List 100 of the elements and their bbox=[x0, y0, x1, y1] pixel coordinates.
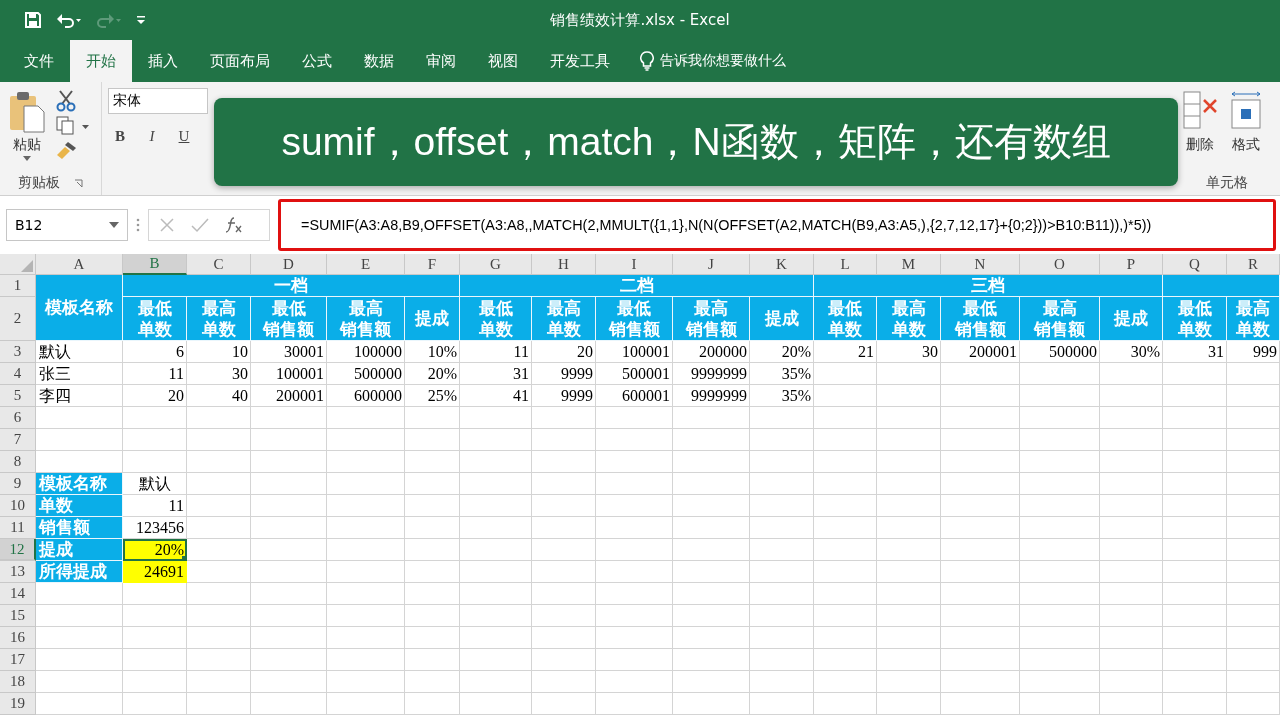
caret-icon[interactable] bbox=[109, 222, 119, 228]
name-box[interactable]: B12 bbox=[6, 209, 128, 241]
column-header: 最高销售额 bbox=[327, 297, 405, 341]
row-number[interactable]: 2 bbox=[0, 297, 36, 341]
column-letter[interactable]: G bbox=[460, 254, 532, 275]
undo-icon[interactable] bbox=[56, 12, 82, 28]
column-letter[interactable]: R bbox=[1227, 254, 1280, 275]
column-letter[interactable]: O bbox=[1020, 254, 1100, 275]
column-letter[interactable]: N bbox=[941, 254, 1020, 275]
row-number[interactable]: 13 bbox=[0, 561, 36, 583]
table-cell-text: 默认 bbox=[38, 341, 72, 362]
table-cell-text: 600000 bbox=[353, 386, 403, 406]
row-number[interactable]: 9 bbox=[0, 473, 36, 495]
column-letter[interactable]: D bbox=[251, 254, 327, 275]
column-letter[interactable]: F bbox=[405, 254, 460, 275]
row-number[interactable]: 7 bbox=[0, 429, 36, 451]
column-letter[interactable]: J bbox=[673, 254, 750, 275]
column-letter[interactable]: C bbox=[187, 254, 251, 275]
column-header: 最高单数 bbox=[1227, 297, 1280, 341]
row-number[interactable]: 15 bbox=[0, 605, 36, 627]
dialog-launcher-icon[interactable] bbox=[74, 178, 83, 188]
table-cell-text: 21 bbox=[857, 342, 875, 362]
column-letter[interactable]: A bbox=[36, 254, 123, 275]
tell-me-field[interactable]: 告诉我你想要做什么 bbox=[660, 52, 786, 70]
copy-icon[interactable] bbox=[56, 116, 90, 136]
column-letter[interactable]: H bbox=[532, 254, 596, 275]
row-number[interactable]: 14 bbox=[0, 583, 36, 605]
row-number[interactable]: 16 bbox=[0, 627, 36, 649]
customize-icon[interactable] bbox=[136, 15, 146, 25]
ribbon-tab[interactable]: 插入 bbox=[132, 40, 194, 82]
scissors-icon[interactable] bbox=[56, 90, 76, 112]
column-letter[interactable]: Q bbox=[1163, 254, 1227, 275]
table-cell-text: 9999 bbox=[560, 386, 594, 406]
italic-button[interactable]: I bbox=[140, 124, 164, 148]
caption-banner: sumif，offset，match，N函数，矩阵，还有数组 bbox=[214, 98, 1178, 186]
ribbon-tab[interactable]: 审阅 bbox=[410, 40, 472, 82]
more-icon bbox=[136, 218, 140, 232]
table-cell-text: 9999 bbox=[560, 364, 594, 384]
tier-header: 三档 bbox=[814, 275, 1163, 297]
table-cell-text: 10 bbox=[231, 342, 249, 362]
column-header: 最高销售额 bbox=[1020, 297, 1100, 341]
format-painter-icon[interactable] bbox=[56, 140, 78, 160]
function-icon[interactable] bbox=[225, 217, 243, 233]
ribbon-tab[interactable]: 数据 bbox=[348, 40, 410, 82]
column-letter[interactable]: E bbox=[327, 254, 405, 275]
row-number[interactable]: 19 bbox=[0, 693, 36, 715]
row-number[interactable]: 12 bbox=[0, 539, 36, 561]
delete-button[interactable]: 删除 bbox=[1180, 88, 1220, 171]
ribbon-tab[interactable]: 页面布局 bbox=[194, 40, 286, 82]
triangle-icon bbox=[21, 260, 33, 272]
row-number[interactable]: 3 bbox=[0, 341, 36, 363]
table-cell-text: 11 bbox=[512, 342, 530, 362]
column-header: 最低销售额 bbox=[941, 297, 1020, 341]
save-icon[interactable] bbox=[24, 11, 42, 29]
underline-button[interactable]: U bbox=[172, 124, 196, 148]
column-letter[interactable]: K bbox=[750, 254, 814, 275]
row-number[interactable]: 6 bbox=[0, 407, 36, 429]
column-header: 最高单数 bbox=[187, 297, 251, 341]
column-letter[interactable]: I bbox=[596, 254, 673, 275]
ribbon-tab[interactable]: 公式 bbox=[286, 40, 348, 82]
font-field[interactable]: 宋体 bbox=[108, 88, 208, 114]
table-cell-text: 500000 bbox=[1048, 342, 1098, 362]
table-cell-text: 100001 bbox=[621, 342, 671, 362]
column-letter[interactable]: P bbox=[1100, 254, 1163, 275]
table-cell-text: 30% bbox=[1129, 342, 1161, 362]
row-number[interactable]: 17 bbox=[0, 649, 36, 671]
tier-header: 二档 bbox=[460, 275, 814, 297]
column-letter[interactable]: L bbox=[814, 254, 877, 275]
row-number[interactable]: 8 bbox=[0, 451, 36, 473]
column-header: 最低销售额 bbox=[251, 297, 327, 341]
ribbon-tab[interactable]: 开发工具 bbox=[534, 40, 626, 82]
table-cell-text: 30001 bbox=[283, 342, 325, 362]
column-header: 模板名称 bbox=[36, 275, 123, 341]
row-number[interactable]: 1 bbox=[0, 275, 36, 297]
window-title: 销售绩效计算.xlsx - Excel bbox=[550, 10, 730, 30]
ribbon-tab[interactable]: 视图 bbox=[472, 40, 534, 82]
table-cell-text: 9999999 bbox=[690, 364, 748, 384]
paste-button[interactable]: 粘贴 bbox=[6, 88, 48, 171]
table-cell-text: 20% bbox=[426, 364, 458, 384]
label-cell: 销售额 bbox=[36, 517, 123, 539]
table-cell-text: 200001 bbox=[968, 342, 1018, 362]
label-cell: 单数 bbox=[36, 495, 123, 517]
checkmark-icon[interactable] bbox=[191, 217, 209, 233]
column-letter[interactable]: B bbox=[123, 254, 187, 275]
label-cell: 模板名称 bbox=[36, 473, 123, 495]
ribbon-tab[interactable]: 开始 bbox=[70, 40, 132, 82]
ribbon-tab[interactable]: 文件 bbox=[8, 40, 70, 82]
clipboard-icon bbox=[8, 90, 46, 134]
row-number[interactable]: 10 bbox=[0, 495, 36, 517]
row-number[interactable]: 5 bbox=[0, 385, 36, 407]
column-header: 最高单数 bbox=[532, 297, 596, 341]
row-number[interactable]: 4 bbox=[0, 363, 36, 385]
row-number[interactable]: 11 bbox=[0, 517, 36, 539]
bold-button[interactable]: B bbox=[108, 124, 132, 148]
formula-field[interactable]: =SUMIF(A3:A8,B9,OFFSET(A3:A8,,MATCH(2,MMULT({1,1},N(N(OFFSET(A2,MATCH(B9,A3:A5,),{2,7,12,17}+{0;2}))>B10:B11)),)*5)) bbox=[278, 199, 1276, 251]
table-cell-text: 600001 bbox=[621, 386, 671, 406]
column-letter[interactable]: M bbox=[877, 254, 941, 275]
row-number[interactable]: 18 bbox=[0, 671, 36, 693]
format-button[interactable]: 格式 bbox=[1226, 88, 1266, 171]
group-label: 剪贴板 bbox=[18, 174, 60, 192]
